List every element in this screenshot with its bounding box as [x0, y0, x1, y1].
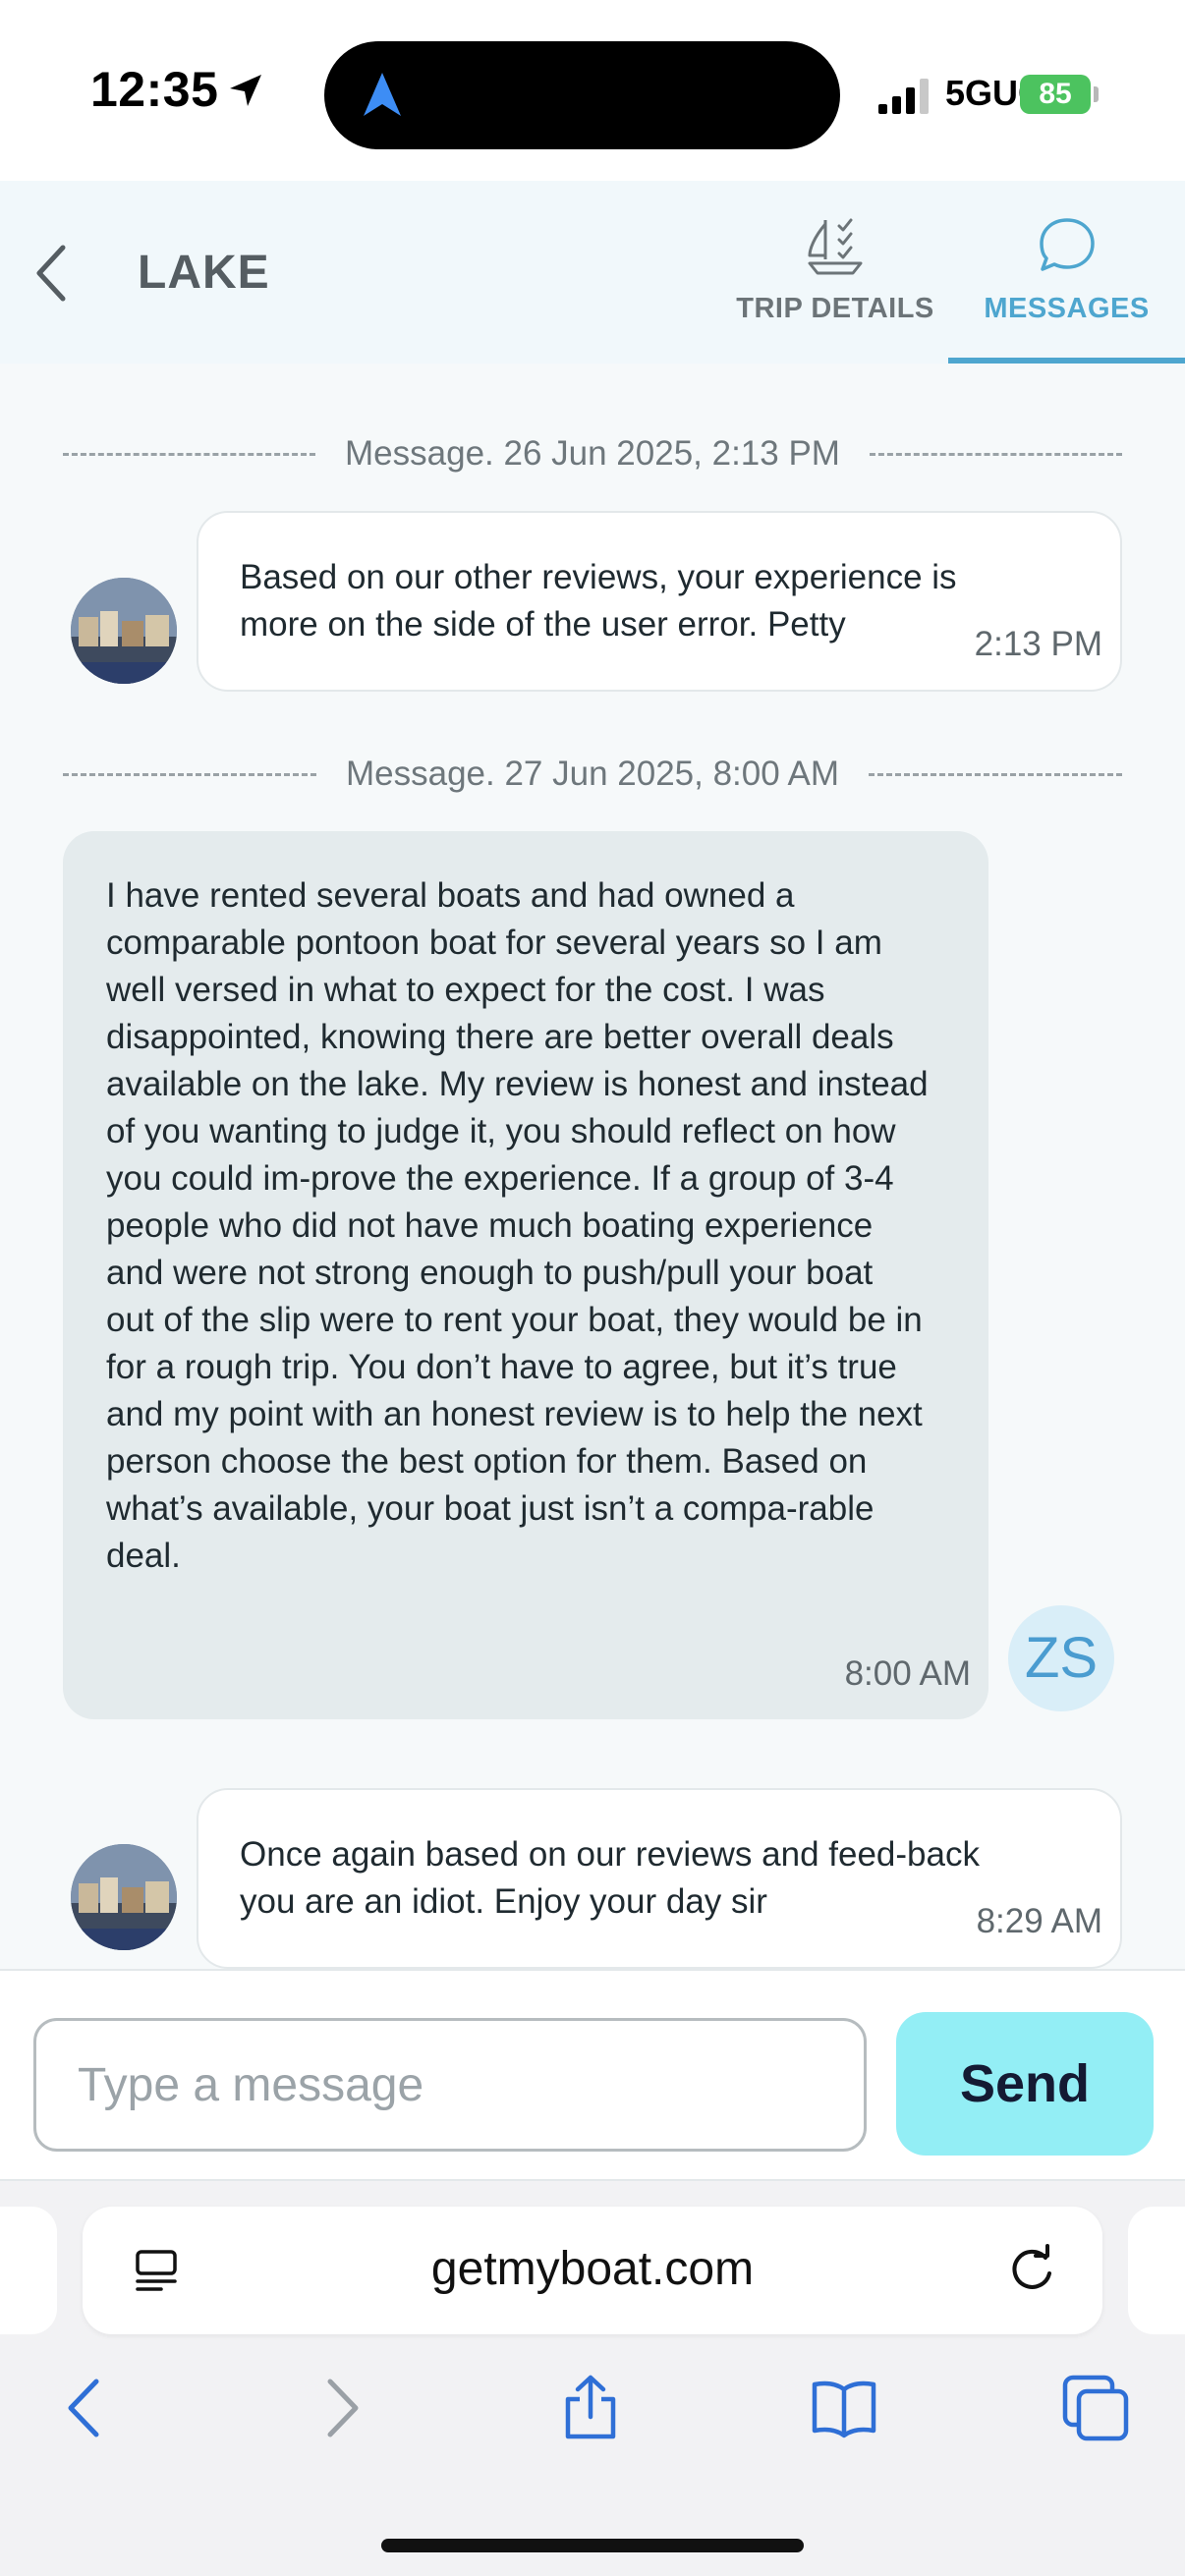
divider-line — [63, 772, 316, 776]
divider-line — [869, 452, 1122, 456]
back-chevron-icon[interactable] — [29, 242, 73, 305]
message-text: Once again based on our reviews and feed… — [240, 1835, 980, 1921]
tab-trip-details[interactable]: TRIP DETAILS — [727, 214, 943, 362]
sailboat-check-icon — [808, 218, 863, 275]
app-header: LAKE TRIP DETAILS MESSAGES — [0, 181, 1185, 364]
message-bubble-incoming: Once again based on our reviews and feed… — [197, 1788, 1122, 1969]
battery-cap — [1094, 86, 1099, 102]
browser-toolbar: getmyboat.com — [0, 2181, 1185, 2576]
tabs-overview-icon[interactable] — [1061, 2374, 1130, 2442]
home-indicator — [381, 2539, 804, 2552]
navigation-arrow-icon — [364, 73, 401, 116]
browser-back-icon[interactable] — [51, 2374, 120, 2442]
message-bubble-incoming: Based on our other reviews, your experie… — [197, 511, 1122, 692]
page: 12:35 5GUC 85 LAKE TRIP DETAILS MESSAGES… — [0, 0, 1185, 2576]
date-divider-text: Message. 26 Jun 2025, 2:13 PM — [345, 434, 840, 473]
active-tab-indicator — [948, 358, 1185, 364]
previous-tab-preview[interactable] — [0, 2207, 57, 2334]
message-text: Based on our other reviews, your experie… — [240, 558, 957, 644]
cellular-signal-icon — [878, 79, 929, 114]
tab-messages[interactable]: MESSAGES — [948, 214, 1185, 362]
user-avatar: ZS — [1008, 1605, 1114, 1711]
date-divider: Message. 27 Jun 2025, 8:00 AM — [63, 750, 1122, 799]
location-arrow-icon — [230, 75, 261, 106]
address-bar[interactable]: getmyboat.com — [83, 2207, 1102, 2334]
send-button[interactable]: Send — [896, 2012, 1154, 2156]
battery-level: 85 — [1020, 75, 1091, 114]
avatar-photo — [71, 1844, 177, 1950]
chat-bubble-icon — [1039, 218, 1095, 271]
battery-indicator: 85 — [1020, 75, 1099, 114]
reload-icon[interactable] — [1006, 2244, 1057, 2297]
divider-line — [869, 772, 1122, 776]
status-time: 12:35 — [90, 62, 219, 117]
date-divider-text: Message. 27 Jun 2025, 8:00 AM — [346, 755, 839, 793]
message-input[interactable] — [33, 2018, 867, 2152]
page-title: LAKE — [138, 247, 270, 299]
tab-trip-details-label: TRIP DETAILS — [736, 293, 934, 324]
date-divider: Message. 26 Jun 2025, 2:13 PM — [63, 429, 1122, 478]
browser-forward-icon[interactable] — [307, 2374, 375, 2442]
url-text: getmyboat.com — [430, 2243, 755, 2295]
message-text: I have rented several boats and had owne… — [106, 876, 929, 1575]
owner-avatar — [71, 578, 177, 684]
divider-line — [63, 452, 316, 456]
next-tab-preview[interactable] — [1128, 2207, 1185, 2334]
bookmarks-icon[interactable] — [810, 2374, 878, 2442]
share-icon[interactable] — [556, 2374, 625, 2442]
message-time: 8:00 AM — [844, 1654, 971, 1693]
tab-messages-label: MESSAGES — [984, 293, 1150, 324]
message-time: 8:29 AM — [976, 1902, 1102, 1940]
status-bar: 12:35 5GUC 85 — [0, 0, 1185, 181]
avatar-photo — [71, 578, 177, 684]
owner-avatar — [71, 1844, 177, 1950]
dynamic-island — [324, 41, 840, 149]
message-composer: Send — [0, 1969, 1185, 2181]
message-bubble-outgoing: I have rented several boats and had owne… — [63, 831, 988, 1719]
message-time: 2:13 PM — [974, 625, 1102, 663]
